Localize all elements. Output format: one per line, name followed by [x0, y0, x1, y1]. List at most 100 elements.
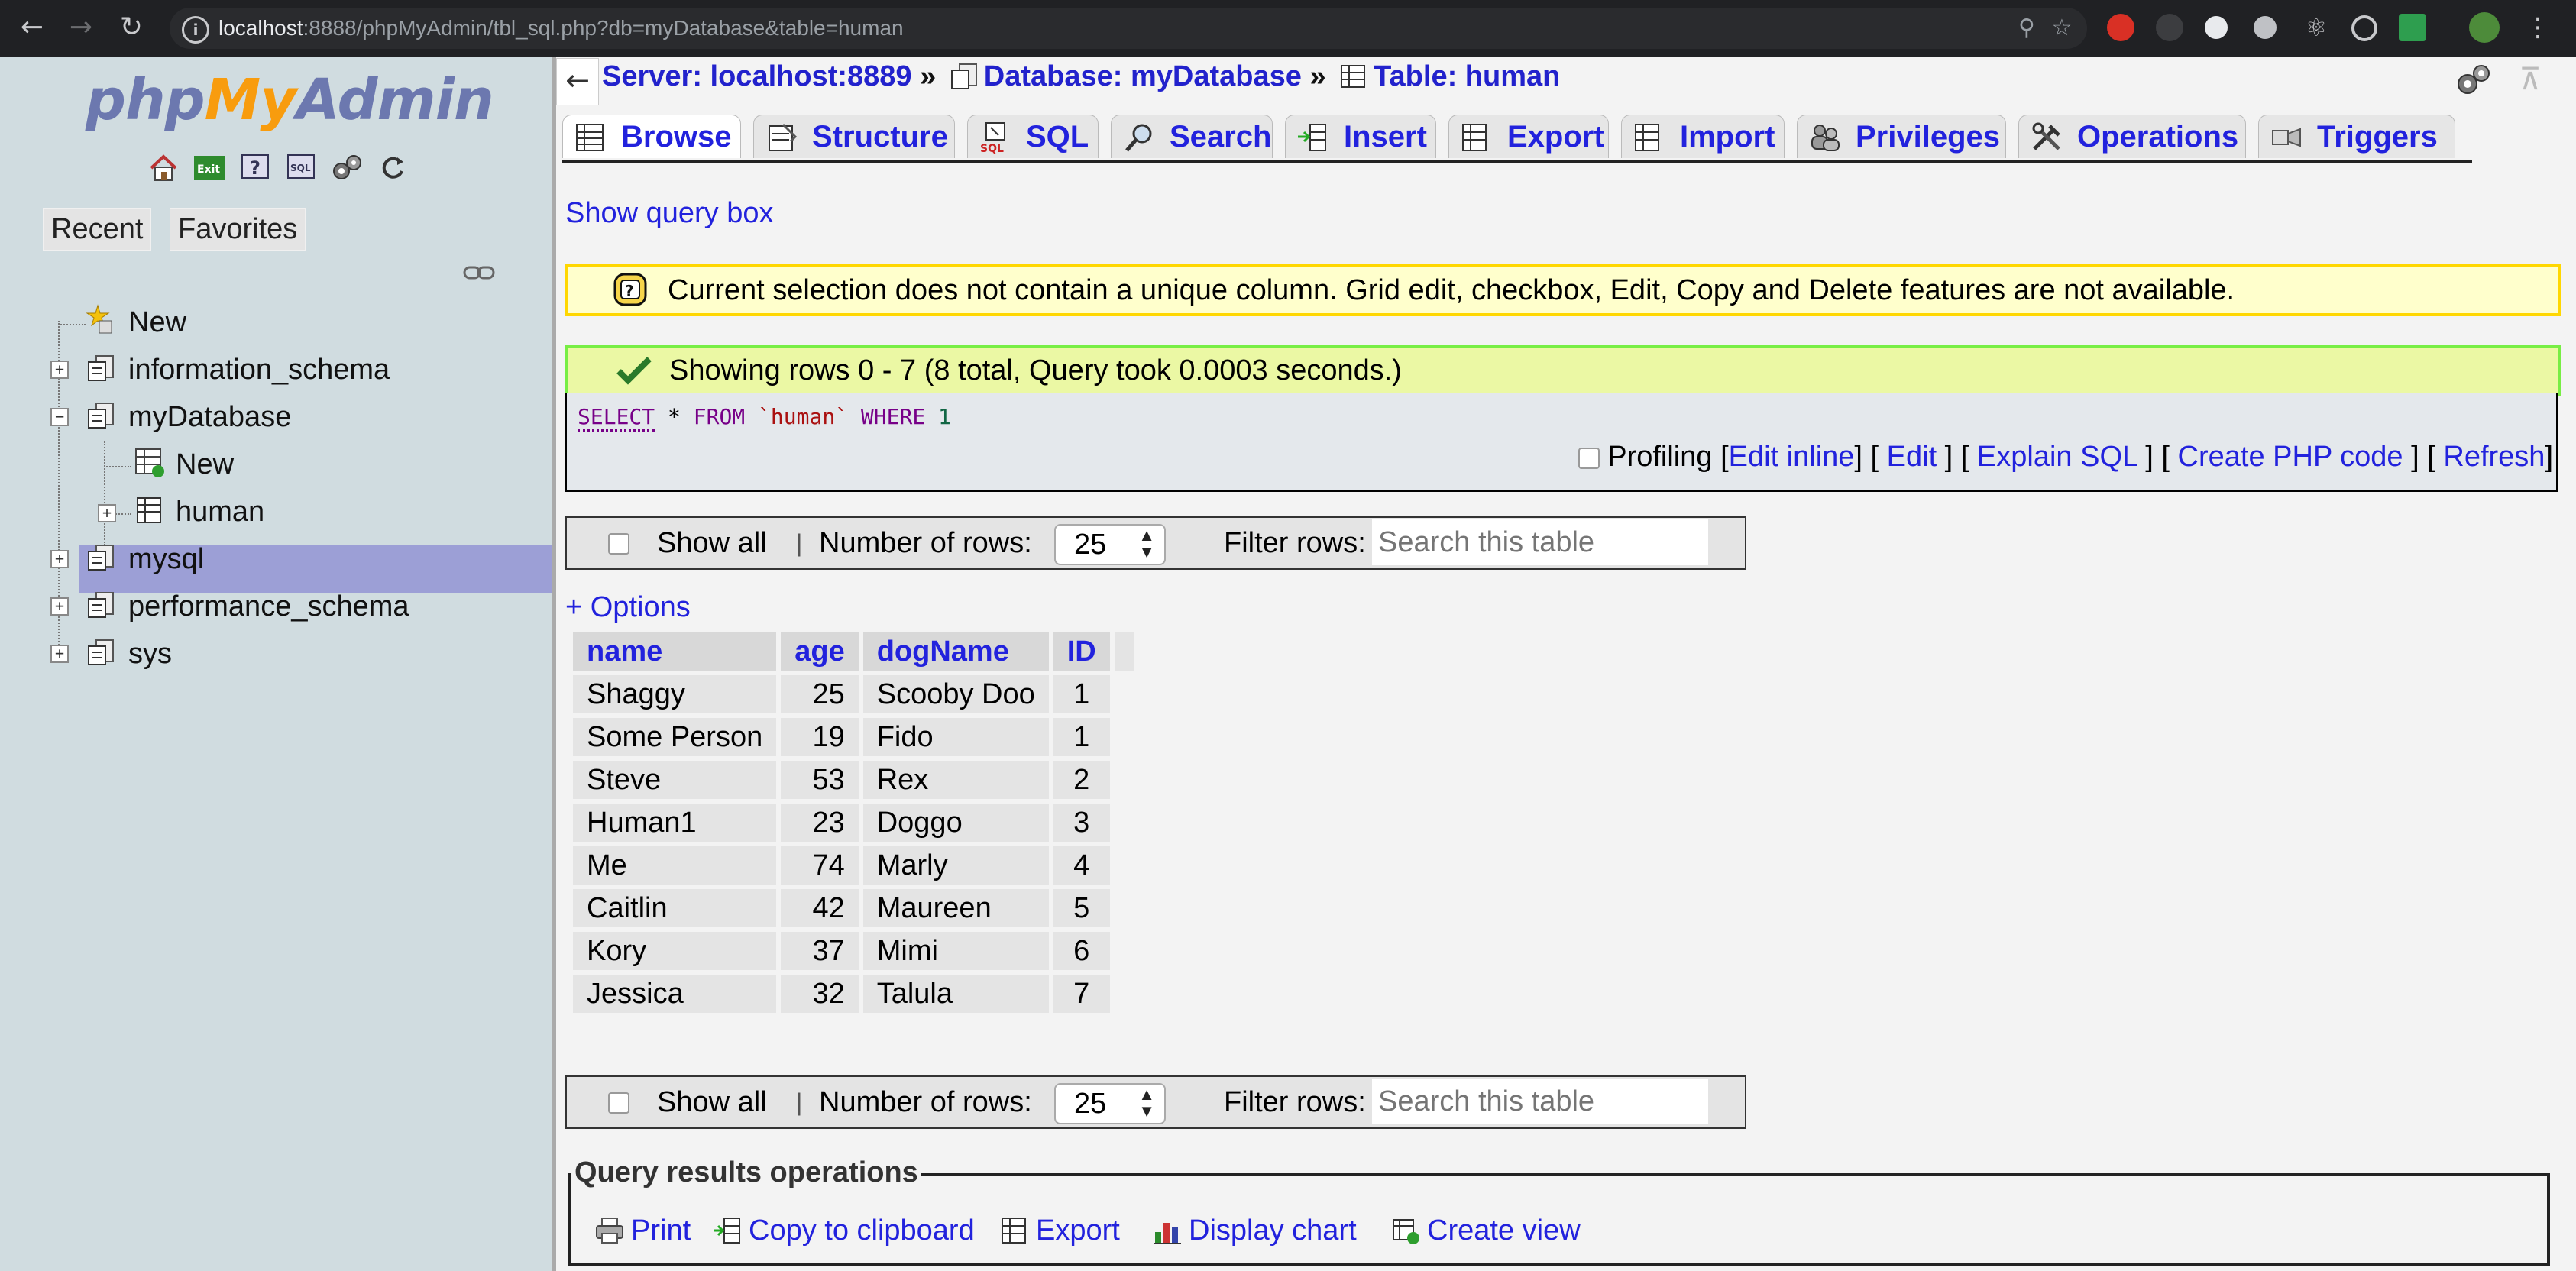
tab-export[interactable]: Export [1448, 115, 1609, 158]
show-query-box-link[interactable]: Show query box [565, 197, 774, 230]
collapse-top-icon[interactable]: ⊼ [2515, 64, 2545, 95]
database-icon [88, 592, 114, 618]
expand-icon[interactable]: + [50, 550, 69, 568]
edit-inline-link[interactable]: Edit inline [1729, 441, 1855, 473]
checkmark-icon [616, 357, 652, 385]
tab-search[interactable]: Search [1111, 115, 1273, 158]
refresh-link[interactable]: Refresh [2443, 441, 2545, 473]
bookmark-star-icon[interactable]: ☆ [2049, 15, 2075, 41]
home-icon[interactable] [147, 151, 180, 185]
reload-navigation-icon[interactable] [376, 151, 409, 185]
svg-text:Exit: Exit [197, 163, 220, 176]
extension-icon[interactable] [2351, 15, 2377, 41]
recent-tab[interactable]: Recent [43, 208, 152, 251]
show-all-label: Show all [657, 1086, 767, 1118]
breadcrumb-database[interactable]: Database: myDatabase [984, 60, 1302, 92]
tab-structure[interactable]: Structure [753, 115, 955, 158]
tab-import[interactable]: Import [1621, 115, 1785, 158]
settings-gear-icon[interactable] [2454, 63, 2493, 99]
filter-rows-input[interactable] [1372, 519, 1708, 565]
profile-avatar[interactable] [2469, 12, 2500, 43]
react-devtools-icon[interactable]: ⚛ [2303, 14, 2330, 41]
column-header-id[interactable]: ID [1053, 632, 1110, 671]
expand-icon[interactable]: + [98, 504, 116, 522]
extension-icon[interactable] [2205, 16, 2228, 39]
collapse-navigation-button[interactable]: ← [556, 58, 599, 105]
query-window-icon[interactable]: ? [238, 151, 272, 185]
show-all-checkbox[interactable] [608, 533, 629, 555]
extension-icon[interactable] [2399, 14, 2426, 41]
rows-per-page-select[interactable]: 25 ▲ ▼ [1054, 524, 1166, 565]
tab-browse[interactable]: Browse [562, 115, 741, 158]
profiling-checkbox[interactable] [1578, 448, 1600, 469]
tab-operations[interactable]: Operations [2018, 115, 2246, 158]
tree-item-information-schema[interactable]: information_schema [128, 348, 390, 391]
column-header-spacer [1114, 632, 1134, 671]
exit-icon[interactable]: Exit [193, 151, 226, 185]
filter-rows-input[interactable] [1372, 1079, 1708, 1124]
expand-icon[interactable]: + [50, 597, 69, 616]
back-arrow-icon[interactable]: ← [15, 11, 49, 44]
import-icon [1635, 124, 1659, 151]
breadcrumb-server[interactable]: Server: localhost:8889 [602, 60, 912, 92]
tab-triggers[interactable]: Triggers [2258, 115, 2455, 158]
sql-icon: SQL [980, 122, 1005, 154]
filter-rows-label: Filter rows: [1224, 1086, 1366, 1118]
options-toggle-link[interactable]: + Options [565, 591, 691, 624]
address-bar[interactable]: i localhost:8888/phpMyAdmin/tbl_sql.php?… [170, 8, 2087, 49]
tree-item-mydatabase[interactable]: myDatabase [128, 396, 291, 438]
tab-insert[interactable]: Insert [1285, 115, 1436, 158]
extension-icon[interactable] [2254, 16, 2277, 39]
display-chart-link[interactable]: Display chart [1152, 1210, 1357, 1251]
phpmyadmin-logo[interactable]: phpMyAdmin [86, 67, 494, 133]
extension-icon[interactable] [2107, 14, 2134, 41]
forward-arrow-icon[interactable]: → [64, 11, 98, 44]
create-view-link[interactable]: Create view [1390, 1210, 1581, 1251]
favorites-tab[interactable]: Favorites [170, 208, 306, 251]
copy-to-clipboard-link[interactable]: Copy to clipboard [712, 1210, 975, 1251]
collapse-icon[interactable]: − [50, 408, 69, 426]
breadcrumb: Server: localhost:8889 » Database: myDat… [602, 60, 1561, 92]
tree-item-human[interactable]: human [176, 490, 264, 533]
structure-icon [769, 123, 798, 151]
main-panel: ← Server: localhost:8889 » Database: myD… [556, 57, 2576, 1271]
export-link[interactable]: Export [999, 1210, 1120, 1251]
print-link[interactable]: Print [594, 1210, 691, 1251]
tab-privileges[interactable]: Privileges [1797, 115, 2006, 158]
rows-per-page-select[interactable]: 25 ▲ ▼ [1054, 1083, 1166, 1124]
notice-help-icon: ? [613, 273, 647, 306]
browser-menu-icon[interactable]: ⋮ [2521, 11, 2555, 44]
expand-icon[interactable]: + [50, 645, 69, 663]
create-php-code-link[interactable]: Create PHP code [2178, 441, 2403, 473]
table-tabs: Browse Structure SQL SQL Search Insert E… [562, 115, 2472, 163]
tree-item-mysql[interactable]: mysql [128, 538, 204, 581]
info-icon[interactable]: i [182, 16, 209, 44]
tree-item-new-database[interactable]: New [128, 301, 186, 344]
bar-chart-icon [1154, 1223, 1181, 1244]
link-with-main-panel-icon[interactable] [463, 263, 495, 283]
column-header-dogname[interactable]: dogName [862, 632, 1049, 671]
tree-item-new-table[interactable]: New [176, 443, 234, 486]
edit-link[interactable]: Edit [1887, 441, 1937, 473]
zoom-icon[interactable]: ⚲ [2014, 15, 2040, 41]
tab-sql[interactable]: SQL SQL [967, 115, 1099, 158]
gear-icon[interactable] [330, 151, 364, 185]
column-header-age[interactable]: age [781, 632, 859, 671]
extension-icon[interactable] [2156, 14, 2183, 41]
breadcrumb-table[interactable]: Table: human [1374, 60, 1560, 92]
reload-icon[interactable]: ↻ [115, 11, 148, 44]
stepper-arrows-icon: ▲ ▼ [1138, 526, 1155, 561]
database-icon [88, 545, 114, 571]
expand-icon[interactable]: + [50, 361, 69, 379]
tree-item-sys[interactable]: sys [128, 632, 172, 675]
tree-item-performance-schema[interactable]: performance_schema [128, 585, 409, 628]
results-navbar-top: Show all | Number of rows: 25 ▲ ▼ Filter … [565, 516, 1746, 570]
table-row: Me 74 Marly 4 [573, 842, 1134, 885]
column-header-name[interactable]: name [573, 632, 777, 671]
explain-sql-link[interactable]: Explain SQL [1977, 441, 2137, 473]
sql-docs-icon[interactable]: SQL [284, 151, 318, 185]
fieldset-legend: Query results operations [571, 1156, 921, 1189]
number-of-rows-label: Number of rows: [819, 1086, 1032, 1118]
show-all-label: Show all [657, 527, 767, 559]
show-all-checkbox[interactable] [608, 1092, 629, 1114]
